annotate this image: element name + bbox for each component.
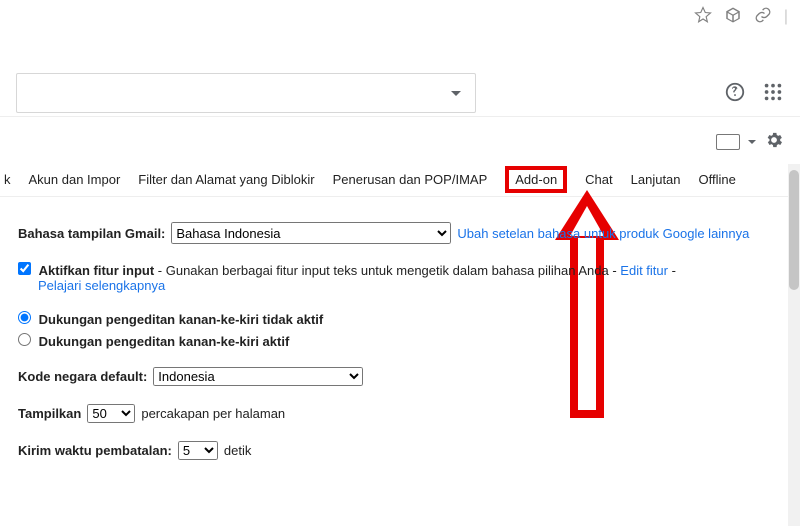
tab-accounts-import[interactable]: Akun dan Impor [29,172,121,187]
dash: - [668,263,676,278]
cube-icon[interactable] [724,6,742,27]
language-label: Bahasa tampilan Gmail: [18,226,165,241]
settings-form: Bahasa tampilan Gmail: Bahasa Indonesia … [18,222,790,478]
gear-icon[interactable] [764,130,784,153]
pagesize-label: Tampilkan [18,406,81,421]
change-language-link[interactable]: Ubah setelan bahasa untuk produk Google … [457,226,749,241]
pagesize-select[interactable]: 50 [87,404,135,423]
settings-tabs: k Akun dan Impor Filter dan Alamat yang … [0,162,790,197]
tab-cutoff[interactable]: k [4,172,11,187]
edit-feature-link[interactable]: Edit fitur [620,263,668,278]
pagesize-suffix: percakapan per halaman [141,406,285,421]
tab-forwarding-pop-imap[interactable]: Penerusan dan POP/IMAP [333,172,488,187]
country-code-select[interactable]: Indonesia [153,367,363,386]
undo-send-select[interactable]: 5 [178,441,218,460]
keyboard-icon[interactable] [716,134,740,150]
language-select[interactable]: Bahasa Indonesia [171,222,451,244]
header-toolbar [0,70,800,117]
help-icon[interactable] [724,81,746,106]
rtl-off-radio[interactable] [18,311,31,324]
link-icon[interactable] [754,6,772,27]
input-tools-and-settings [716,130,784,153]
divider: | [784,8,788,26]
apps-icon[interactable] [762,81,784,106]
star-icon[interactable] [694,6,712,27]
rtl-off-label: Dukungan pengeditan kanan-ke-kiri tidak … [39,312,324,327]
learn-more-link[interactable]: Pelajari selengkapnya [38,278,165,293]
tab-advanced[interactable]: Lanjutan [631,172,681,187]
rtl-on-label: Dukungan pengeditan kanan-ke-kiri aktif [39,334,290,349]
chevron-down-icon[interactable] [748,140,756,144]
enable-input-tools-desc: - Gunakan berbagai fitur input teks untu… [154,263,620,278]
tab-addons[interactable]: Add-on [505,166,567,193]
tab-filters[interactable]: Filter dan Alamat yang Diblokir [138,172,314,187]
enable-input-tools-label: Aktifkan fitur input [39,263,155,278]
undo-send-suffix: detik [224,443,251,458]
chevron-down-icon [451,91,461,96]
main-dropdown[interactable] [16,73,476,113]
tab-offline[interactable]: Offline [699,172,736,187]
tab-chat[interactable]: Chat [585,172,612,187]
scrollbar-thumb[interactable] [789,170,799,290]
rtl-on-radio[interactable] [18,333,31,346]
country-code-label: Kode negara default: [18,369,147,384]
undo-send-label: Kirim waktu pembatalan: [18,443,172,458]
enable-input-tools-checkbox[interactable] [18,262,31,275]
